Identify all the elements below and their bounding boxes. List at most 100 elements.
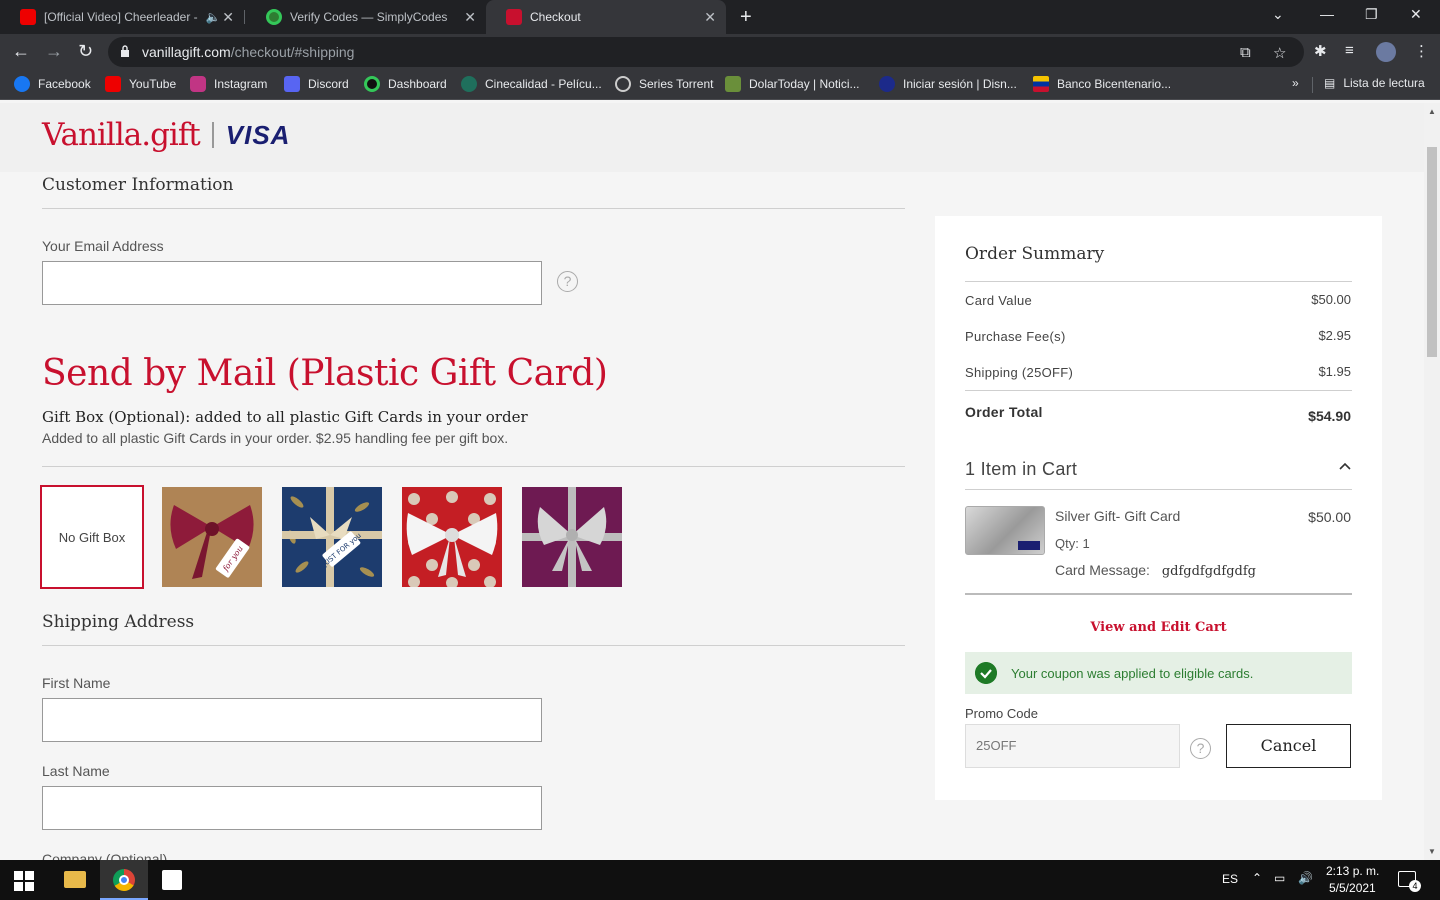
silver-gift-card-thumbnail <box>965 506 1045 555</box>
item-name: Silver Gift- Gift Card <box>1055 508 1181 524</box>
shipping-address-title: Shipping Address <box>42 612 195 632</box>
youtube-icon <box>20 9 36 25</box>
profile-avatar[interactable] <box>1376 42 1396 62</box>
browser-tab-bar: [Official Video] Cheerleader - 🔈 ✕ Verif… <box>0 0 1440 34</box>
dolartoday-icon <box>725 76 741 92</box>
notifications-icon[interactable]: 4 <box>1398 871 1421 892</box>
store-icon[interactable] <box>162 870 182 890</box>
order-summary-panel: Order Summary Card Value $50.00 Purchase… <box>935 216 1382 800</box>
promo-help-icon[interactable]: ? <box>1190 738 1211 759</box>
restore-icon[interactable]: ❐ <box>1365 6 1378 23</box>
page-scrollbar[interactable]: ▲ ▼ <box>1424 103 1440 860</box>
back-icon[interactable]: ← <box>12 41 30 62</box>
bookmark-disney[interactable]: Iniciar sesión | Disn... <box>879 76 1017 92</box>
speaker-icon[interactable]: 🔈 <box>206 10 221 24</box>
dashboard-icon <box>364 76 380 92</box>
gift-box-burgundy-bow[interactable]: for you <box>162 487 262 587</box>
site-header: Vanilla.gift VISA <box>0 103 1424 172</box>
checkout-page: Vanilla.gift VISA Customer Information Y… <box>0 103 1424 860</box>
no-gift-box-option[interactable]: No Gift Box <box>40 485 144 589</box>
email-help-icon[interactable]: ? <box>557 271 578 292</box>
items-in-cart-title[interactable]: 1 Item in Cart <box>965 459 1077 480</box>
last-name-field[interactable] <box>42 786 542 830</box>
volume-icon[interactable]: 🔊 <box>1298 871 1313 885</box>
bookmark-series-torrent[interactable]: Series Torrent <box>615 76 713 92</box>
bookmark-star-icon[interactable]: ☆ <box>1273 44 1286 62</box>
order-summary-title: Order Summary <box>965 244 1105 264</box>
gift-box-red-polka-dot[interactable] <box>402 487 502 587</box>
discord-icon <box>284 76 300 92</box>
shipping-label: Shipping (25OFF) <box>965 365 1074 380</box>
coupon-success-banner: Your coupon was applied to eligible card… <box>965 652 1352 694</box>
bookmark-cinecalidad[interactable]: Cinecalidad - Pelícu... <box>461 76 602 92</box>
promo-code-label: Promo Code <box>965 706 1038 721</box>
bookmark-youtube[interactable]: YouTube <box>105 76 176 92</box>
gift-box-title: Gift Box (Optional): added to all plasti… <box>42 408 528 426</box>
bookmark-instagram[interactable]: Instagram <box>190 76 267 92</box>
promo-code-input[interactable]: 25OFF <box>965 724 1180 768</box>
address-bar[interactable]: vanillagift.com/checkout/#shipping ⧉ ☆ <box>108 37 1304 67</box>
extensions-icon[interactable]: ✱ <box>1314 42 1327 60</box>
email-label: Your Email Address <box>42 238 164 254</box>
bookmark-discord[interactable]: Discord <box>284 76 349 92</box>
windows-start-icon[interactable] <box>14 871 34 891</box>
cancel-promo-button[interactable]: Cancel <box>1226 724 1351 768</box>
send-by-mail-title: Send by Mail (Plastic Gift Card) <box>42 353 608 394</box>
network-icon[interactable]: ▭ <box>1274 871 1285 885</box>
card-message: Card Message: gdfgdfgdfgdfg <box>1055 562 1256 579</box>
language-indicator[interactable]: ES <box>1222 872 1238 886</box>
close-tab-icon[interactable]: ✕ <box>222 9 234 26</box>
series-torrent-icon <box>615 76 631 92</box>
vanilla-visa-logo[interactable]: Vanilla.gift VISA <box>42 117 290 153</box>
gift-box-blue-leaf[interactable]: JUST FOR you <box>282 487 382 587</box>
close-window-icon[interactable]: ✕ <box>1410 6 1422 23</box>
reading-list[interactable]: ▤ Lista de lectura <box>1324 76 1425 90</box>
first-name-label: First Name <box>42 675 111 691</box>
visa-mini-icon <box>1018 541 1040 550</box>
translate-icon[interactable]: ⧉ <box>1240 44 1251 61</box>
gift-box-purple-silver[interactable] <box>522 487 622 587</box>
new-tab-icon[interactable]: + <box>740 6 752 29</box>
chevron-up-icon[interactable] <box>1338 459 1352 473</box>
bookmarks-bar: Facebook YouTube Instagram Discord Dashb… <box>0 70 1440 100</box>
bookmark-facebook[interactable]: Facebook <box>14 76 91 92</box>
order-total-amount: $54.90 <box>1308 408 1351 424</box>
file-explorer-icon[interactable] <box>64 871 86 888</box>
first-name-field[interactable] <box>42 698 542 742</box>
bookmarks-overflow-icon[interactable]: » <box>1292 76 1299 90</box>
forward-icon[interactable]: → <box>45 41 63 62</box>
windows-taskbar: ES ⌃ ▭ 🔊 2:13 p. m. 5/5/2021 4 <box>0 860 1440 900</box>
tab-search-icon[interactable]: ⌄ <box>1272 6 1284 23</box>
simplycodes-icon <box>266 9 282 25</box>
cinecalidad-icon <box>461 76 477 92</box>
chrome-taskbar-button[interactable] <box>100 860 148 900</box>
view-edit-cart-link[interactable]: View and Edit Cart <box>935 620 1382 635</box>
tab-simplycodes[interactable]: Verify Codes — SimplyCodes ✕ <box>246 0 486 34</box>
menu-icon[interactable]: ⋮ <box>1414 42 1429 60</box>
bookmark-dashboard[interactable]: Dashboard <box>364 76 447 92</box>
scrollbar-thumb[interactable] <box>1427 147 1437 357</box>
check-circle-icon <box>975 662 997 684</box>
instagram-icon <box>190 76 206 92</box>
reload-icon[interactable]: ↻ <box>78 41 93 62</box>
purchase-fee-label: Purchase Fee(s) <box>965 329 1066 344</box>
hidden-icons-icon[interactable]: ⌃ <box>1252 871 1262 885</box>
minimize-icon[interactable]: — <box>1320 6 1334 22</box>
clock-date[interactable]: 5/5/2021 <box>1329 881 1376 895</box>
media-control-icon[interactable]: ≡ <box>1345 42 1354 59</box>
clock-time[interactable]: 2:13 p. m. <box>1326 864 1379 878</box>
purchase-fee-amount: $2.95 <box>1318 328 1351 343</box>
close-tab-icon[interactable]: ✕ <box>704 9 716 26</box>
order-total-label: Order Total <box>965 404 1043 420</box>
scroll-up-icon[interactable]: ▲ <box>1428 107 1436 116</box>
last-name-label: Last Name <box>42 763 110 779</box>
gift-box-subtitle: Added to all plastic Gift Cards in your … <box>42 430 509 446</box>
tab-youtube[interactable]: [Official Video] Cheerleader - 🔈 ✕ <box>0 0 244 34</box>
close-tab-icon[interactable]: ✕ <box>464 9 476 26</box>
customer-info-title: Customer Information <box>42 175 234 195</box>
tab-checkout[interactable]: Checkout ✕ <box>486 0 726 34</box>
scroll-down-icon[interactable]: ▼ <box>1428 847 1436 856</box>
bookmark-dolartoday[interactable]: DolarToday | Notici... <box>725 76 860 92</box>
email-field[interactable] <box>42 261 542 305</box>
bookmark-bicentenario[interactable]: Banco Bicentenario... <box>1033 76 1171 92</box>
